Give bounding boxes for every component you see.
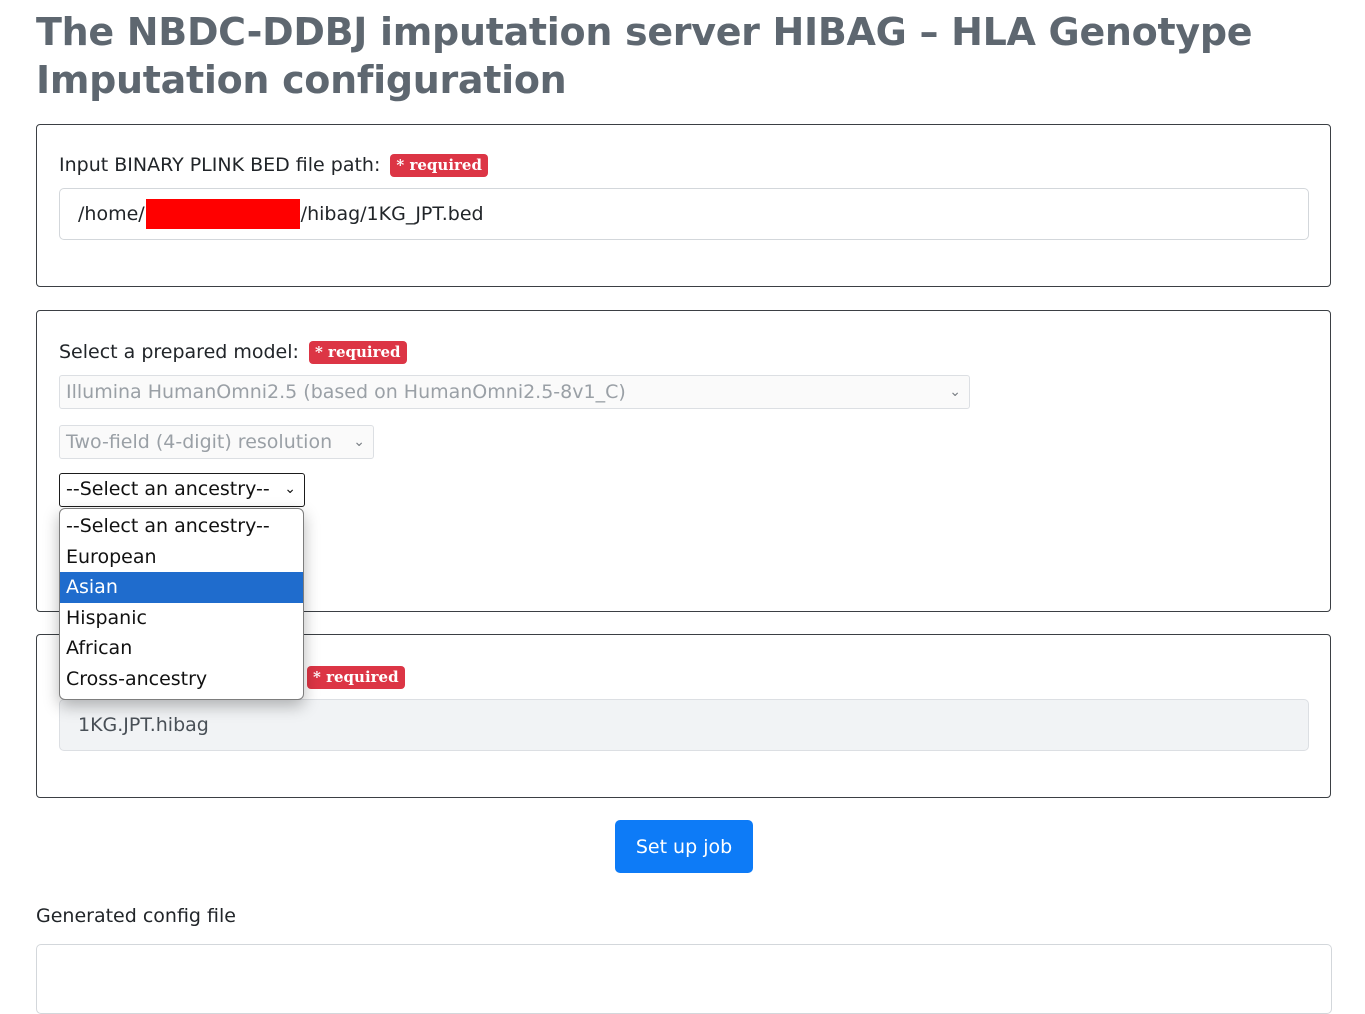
input-file-label: Input BINARY PLINK BED file path: — [59, 154, 381, 176]
required-badge: * required — [308, 341, 407, 364]
output-prefix-input[interactable] — [59, 699, 1309, 751]
ancestry-option-highlighted[interactable]: Asian — [60, 572, 303, 603]
ancestry-dropdown-list[interactable]: --Select an ancestry-- European Asian Hi… — [59, 508, 304, 700]
path-prefix: /home/ — [78, 203, 145, 225]
chevron-down-icon: ⌄ — [353, 434, 365, 450]
set-up-job-button[interactable]: Set up job — [615, 820, 753, 873]
required-badge: * required — [307, 666, 405, 689]
model-label: Select a prepared model: — [59, 341, 299, 363]
ancestry-select[interactable]: --Select an ancestry-- ⌄ — [59, 473, 305, 507]
resolution-select[interactable]: Two-field (4-digit) resolution ⌄ — [59, 425, 374, 459]
model-label-row: Select a prepared model: * required — [59, 340, 407, 364]
ancestry-option[interactable]: European — [60, 542, 303, 573]
bed-path-input[interactable]: /home/ /hibag/1KG_JPT.bed — [59, 188, 1309, 240]
ancestry-option[interactable]: Hispanic — [60, 603, 303, 634]
redacted-username — [145, 199, 300, 229]
input-file-label-row: Input BINARY PLINK BED file path: * requ… — [59, 153, 488, 177]
chevron-down-icon: ⌄ — [284, 481, 296, 497]
ancestry-option[interactable]: Cross-ancestry — [60, 664, 303, 695]
platform-select[interactable]: Illumina HumanOmni2.5 (based on HumanOmn… — [59, 375, 970, 409]
config-file-textarea[interactable] — [36, 944, 1332, 1014]
resolution-select-value: Two-field (4-digit) resolution — [66, 431, 333, 453]
platform-select-value: Illumina HumanOmni2.5 (based on HumanOmn… — [66, 381, 626, 403]
path-suffix: /hibag/1KG_JPT.bed — [300, 203, 484, 225]
chevron-down-icon: ⌄ — [949, 384, 961, 400]
ancestry-option[interactable]: --Select an ancestry-- — [60, 511, 303, 542]
input-file-card: Input BINARY PLINK BED file path: * requ… — [36, 124, 1331, 287]
ancestry-select-value: --Select an ancestry-- — [66, 478, 270, 500]
page-title: The NBDC-DDBJ imputation server HIBAG – … — [36, 10, 1253, 102]
ancestry-option[interactable]: African — [60, 633, 303, 664]
config-file-label: Generated config file — [36, 905, 236, 927]
required-badge: * required — [390, 154, 488, 177]
